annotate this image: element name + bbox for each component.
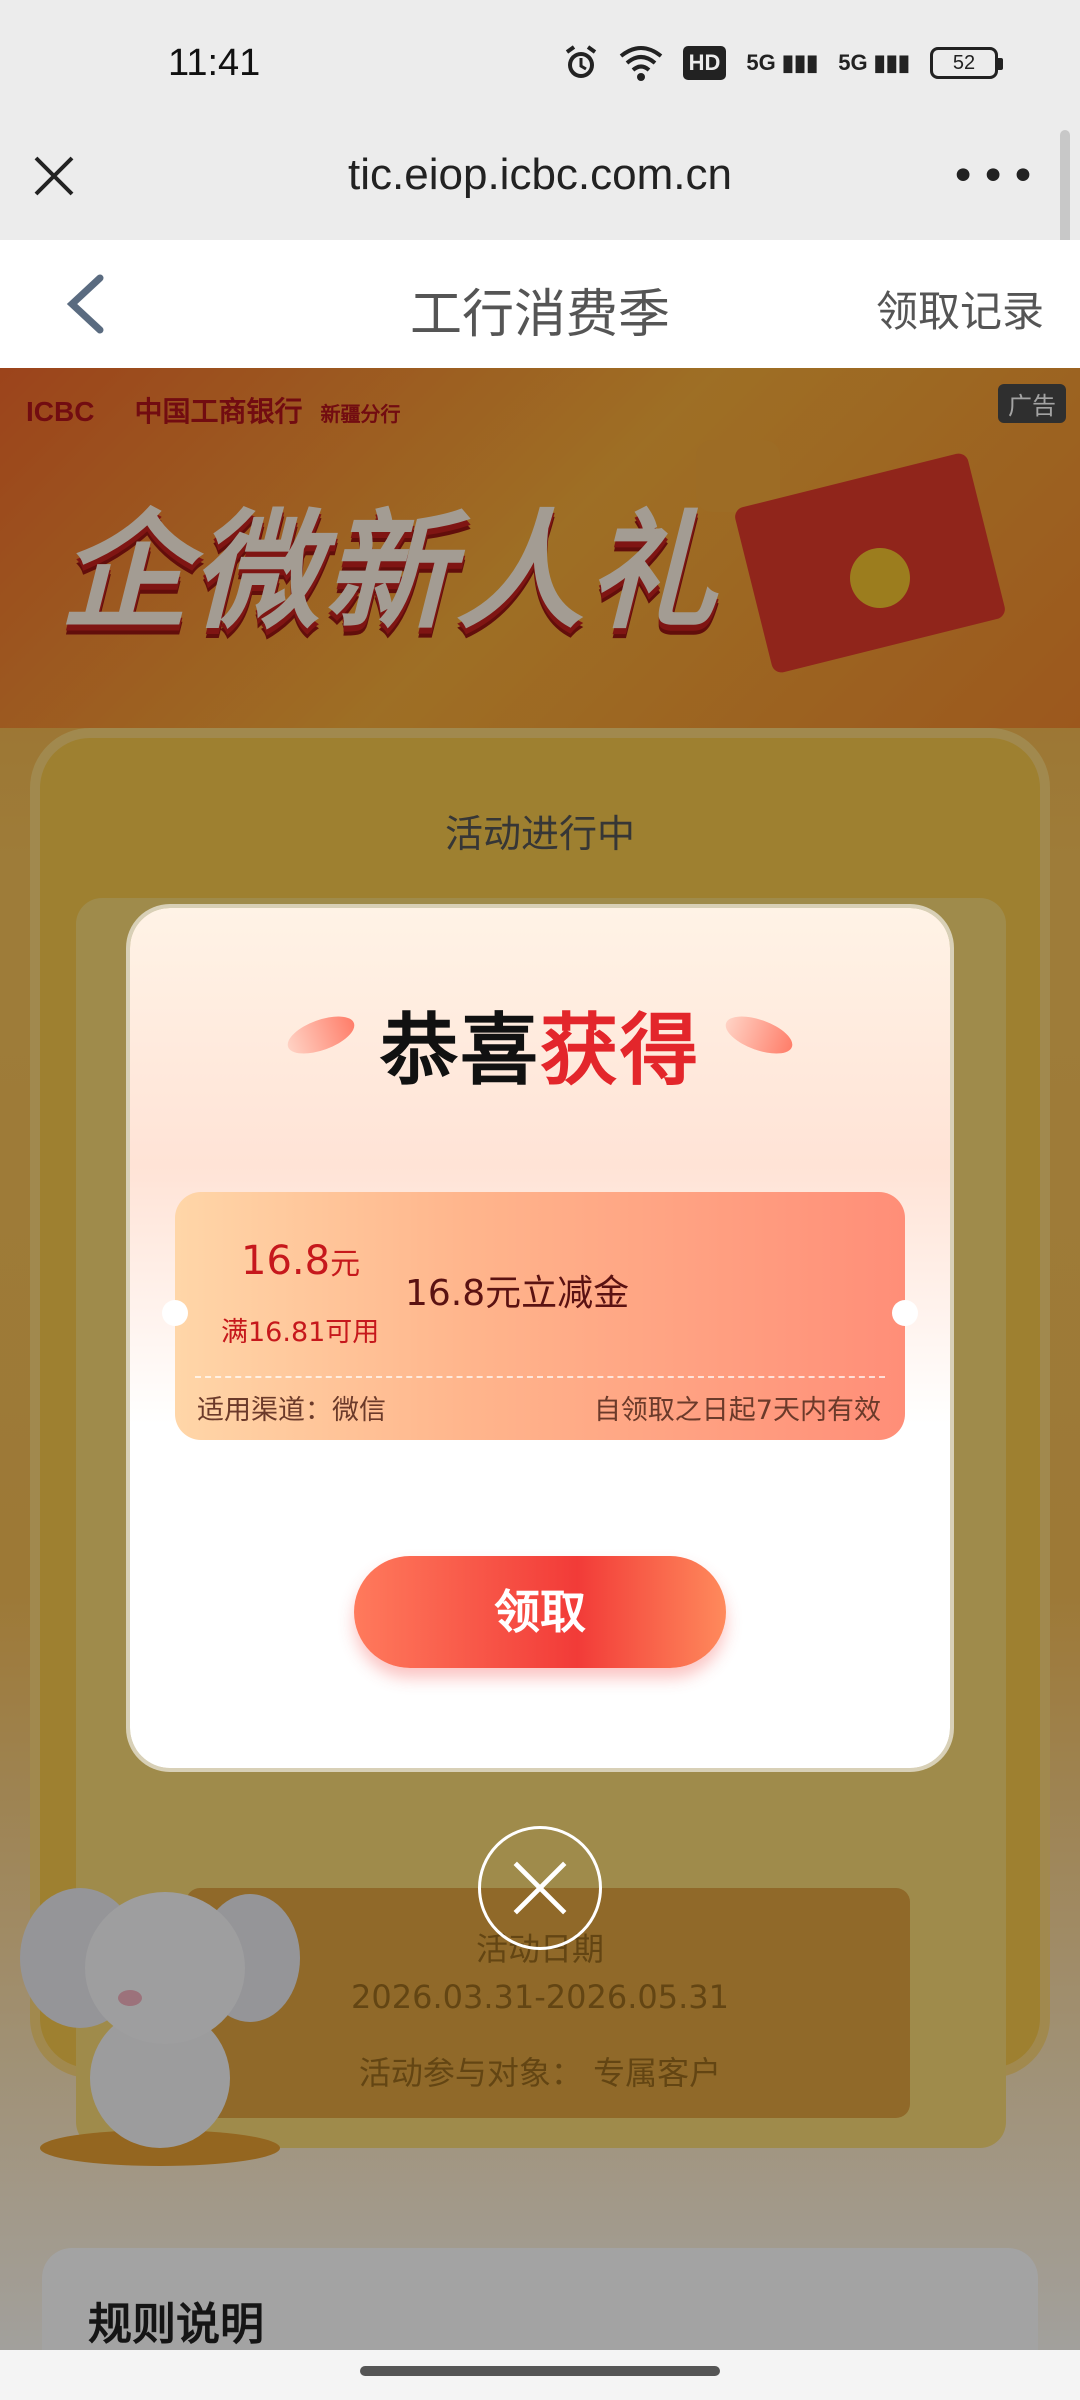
browser-bar: tic.eiop.icbc.com.cn ••• (0, 130, 1080, 240)
coupon-name: 16.8元立减金 (405, 1273, 630, 1314)
signal-icon-1: 5G ▮▮▮ (746, 50, 819, 75)
home-indicator[interactable] (360, 2366, 720, 2376)
more-icon[interactable]: ••• (950, 155, 1040, 199)
modal-title: 恭喜获得 (379, 1006, 701, 1096)
claim-records-link[interactable]: 领取记录 (876, 278, 1044, 339)
status-bar: 11:41 HD 5G ▮▮▮ 5G ▮▮▮ 52 (0, 0, 1080, 130)
coupon-notch-right (892, 1300, 918, 1326)
reward-modal: 恭喜获得 16.8元 满16.81可用 16.8元立减金 适用渠道：微信 自领取… (130, 908, 950, 1768)
coupon-notch-left (162, 1300, 188, 1326)
page-header: 工行消费季 领取记录 (0, 240, 1080, 368)
signal-icon-2: 5G ▮▮▮ (838, 50, 910, 75)
status-time: 11:41 (168, 42, 261, 84)
coupon-condition: 满16.81可用 (221, 1317, 380, 1348)
status-icons: HD 5G ▮▮▮ 5G ▮▮▮ 52 (563, 44, 1003, 82)
claim-button[interactable]: 领取 (354, 1556, 726, 1668)
coupon-divider (195, 1376, 885, 1378)
wifi-icon (619, 46, 662, 81)
modal-close-icon[interactable] (478, 1826, 602, 1950)
alarm-icon (565, 45, 596, 78)
battery-icon: 52 (930, 47, 1003, 79)
coupon-validity: 自领取之日起7天内有效 (593, 1395, 881, 1426)
coupon-channel: 适用渠道：微信 (197, 1395, 386, 1426)
coupon-amount: 16.8元 (241, 1238, 361, 1284)
coupon-card: 16.8元 满16.81可用 16.8元立减金 适用渠道：微信 自领取之日起7天… (162, 1192, 918, 1440)
hd-badge: HD (682, 46, 727, 80)
scrollbar[interactable] (1060, 130, 1070, 250)
url-text[interactable]: tic.eiop.icbc.com.cn (0, 150, 1080, 200)
